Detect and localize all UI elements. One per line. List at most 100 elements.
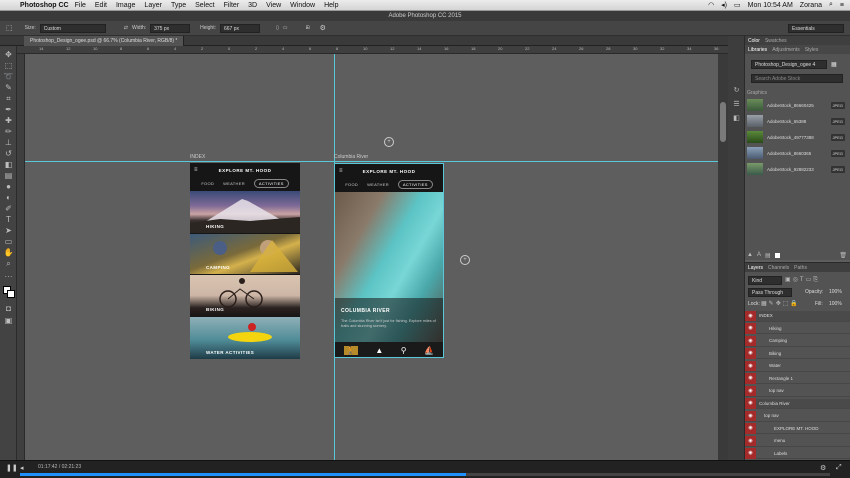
menu-filter[interactable]: Filter xyxy=(224,2,240,9)
visibility-eye-icon[interactable]: ◉ xyxy=(745,448,756,459)
path-select-tool-icon[interactable]: ➤ xyxy=(3,226,14,235)
menu-edit[interactable]: Edit xyxy=(95,2,107,9)
add-artboard-icon[interactable]: ⊞ xyxy=(305,25,309,31)
orientation-icon[interactable]: ▯ xyxy=(276,25,279,31)
background-color-swatch[interactable] xyxy=(7,290,15,298)
history-brush-tool-icon[interactable]: ↺ xyxy=(3,149,14,158)
battery-icon[interactable]: ▭ xyxy=(734,1,741,9)
gradient-tool-icon[interactable]: ▤ xyxy=(3,171,14,180)
tab-swatches[interactable]: Swatches xyxy=(765,38,787,44)
eyedropper-tool-icon[interactable]: ✒ xyxy=(3,105,14,114)
type-tool-icon[interactable]: T xyxy=(3,215,14,224)
clock[interactable]: Mon 10:54 AM xyxy=(748,2,793,9)
filter-icons[interactable]: ▣◎T▭⎘ xyxy=(785,276,820,284)
layer-row[interactable]: ◉ menu xyxy=(745,435,850,447)
stamp-tool-icon[interactable]: ⊥ xyxy=(3,138,14,147)
layer-row[interactable]: ◉ Hiking xyxy=(745,323,850,334)
wifi-icon[interactable]: ◠ xyxy=(708,1,714,9)
library-item[interactable]: AdobeStock_92882233 JPEG xyxy=(747,162,845,176)
layer-row[interactable]: ◉ Columbia River xyxy=(745,398,850,409)
volume-icon[interactable]: ◂ xyxy=(20,464,24,472)
artboard-label-river[interactable]: Columbia River xyxy=(334,154,368,160)
pen-tool-icon[interactable]: ✐ xyxy=(3,204,14,213)
screen-mode-icon[interactable]: ▣ xyxy=(3,316,14,325)
user-name[interactable]: Zorana xyxy=(800,2,822,9)
menu-select[interactable]: Select xyxy=(195,2,214,9)
layer-filter-kind[interactable]: Kind xyxy=(748,276,782,285)
canvas-scrollbar[interactable] xyxy=(718,54,728,460)
quick-select-tool-icon[interactable]: ✎ xyxy=(3,83,14,92)
add-artboard-right-icon[interactable]: + xyxy=(460,255,470,265)
lock-icons[interactable]: ▦✎✥⬚🔒 xyxy=(761,300,800,307)
blur-tool-icon[interactable]: ● xyxy=(3,182,14,191)
tab-paths[interactable]: Paths xyxy=(794,265,807,271)
crop-tool-icon[interactable]: ⌗ xyxy=(3,94,14,103)
settings-icon[interactable]: ⚙ xyxy=(820,464,826,472)
fill-value[interactable]: 100% xyxy=(829,301,842,307)
stock-search-input[interactable]: Search Adobe Stock xyxy=(751,74,843,83)
visibility-eye-icon[interactable]: ◉ xyxy=(745,360,756,371)
adjust-icon[interactable]: ◧ xyxy=(732,114,741,123)
width-input[interactable]: 375 px xyxy=(150,23,191,33)
healing-tool-icon[interactable]: ✚ xyxy=(3,116,14,125)
visibility-eye-icon[interactable]: ◉ xyxy=(745,398,756,409)
tab-styles[interactable]: Styles xyxy=(805,47,819,53)
scroll-thumb[interactable] xyxy=(720,102,726,142)
library-grid-icon[interactable]: ▦ xyxy=(831,61,837,68)
shape-tool-icon[interactable]: ▭ xyxy=(3,237,14,246)
menu-help[interactable]: Help xyxy=(324,2,338,9)
size-select[interactable]: Custom xyxy=(39,23,106,33)
add-color-icon[interactable] xyxy=(774,253,780,258)
fullscreen-icon[interactable]: ⤢ xyxy=(836,464,842,472)
brush-tool-icon[interactable]: ✏ xyxy=(3,127,14,136)
tab-layers[interactable]: Layers xyxy=(748,265,763,271)
menu-view[interactable]: View xyxy=(266,2,281,9)
library-item[interactable]: AdobeStock_65388 JPEG xyxy=(747,114,845,128)
eraser-tool-icon[interactable]: ◧ xyxy=(3,160,14,169)
layer-row[interactable]: ◉ EXPLORE MT. HOOD xyxy=(745,423,850,434)
artboard-tool-icon[interactable]: ⬚ xyxy=(6,24,13,32)
menu-type[interactable]: Type xyxy=(171,2,186,9)
layer-row[interactable]: ◉ Rectangle 1 xyxy=(745,373,850,384)
history-icon[interactable]: ↻ xyxy=(732,86,741,95)
layer-row[interactable]: ◉ Labels xyxy=(745,448,850,459)
menu-file[interactable]: File xyxy=(75,2,86,9)
layer-row[interactable]: ◉ INDEX xyxy=(745,310,850,322)
artboard-columbia-river[interactable]: ≡ EXPLORE MT. HOOD FOOD WEATHER ACTIVITI… xyxy=(334,163,444,358)
playback-progress[interactable] xyxy=(20,473,830,476)
trash-icon[interactable]: 🗑 xyxy=(839,252,847,259)
search-icon[interactable]: ⌕ xyxy=(829,1,833,9)
properties-icon[interactable]: ☰ xyxy=(732,100,741,109)
visibility-eye-icon[interactable]: ◉ xyxy=(745,335,756,346)
document-tab[interactable]: Photoshop_Design_ogee.psd @ 66.7% (Colum… xyxy=(24,36,185,46)
layer-row[interactable]: ◉ Biking xyxy=(745,348,850,359)
layer-row[interactable]: ◉ top nav xyxy=(745,410,850,422)
opacity-value[interactable]: 100% xyxy=(829,289,842,295)
visibility-eye-icon[interactable]: ◉ xyxy=(745,385,756,396)
pause-icon[interactable]: ❚❚ xyxy=(6,464,18,472)
visibility-eye-icon[interactable]: ◉ xyxy=(745,323,756,334)
tab-channels[interactable]: Channels xyxy=(768,265,789,271)
visibility-eye-icon[interactable]: ◉ xyxy=(745,348,756,359)
menu-3d[interactable]: 3D xyxy=(248,2,257,9)
add-graphic-icon[interactable]: ▲ xyxy=(747,252,753,259)
library-select[interactable]: Photoshop_Design_ogee 4 xyxy=(751,60,827,69)
visibility-eye-icon[interactable]: ◉ xyxy=(745,435,756,446)
height-input[interactable]: 667 px xyxy=(219,23,260,33)
visibility-eye-icon[interactable]: ◉ xyxy=(745,310,756,321)
library-item[interactable]: AdobeStock_49777388 JPEG xyxy=(747,130,845,144)
visibility-eye-icon[interactable]: ◉ xyxy=(745,373,756,384)
marquee-tool-icon[interactable]: ⬚ xyxy=(3,61,14,70)
guide-horizontal[interactable] xyxy=(25,161,718,162)
landscape-icon[interactable]: ▭ xyxy=(283,25,288,31)
hand-tool-icon[interactable]: ✋ xyxy=(3,248,14,257)
lasso-tool-icon[interactable]: ➰ xyxy=(3,72,14,81)
quick-mask-icon[interactable]: ◘ xyxy=(3,304,14,313)
menu-layer[interactable]: Layer xyxy=(144,2,162,9)
menu-window[interactable]: Window xyxy=(290,2,315,9)
visibility-eye-icon[interactable]: ◉ xyxy=(745,423,756,434)
visibility-eye-icon[interactable]: ◉ xyxy=(745,410,756,421)
swap-icon[interactable]: ⇄ xyxy=(124,25,128,31)
more-tools-icon[interactable]: ··· xyxy=(3,272,14,281)
library-item[interactable]: AdobeStock_86660425 JPEG xyxy=(747,98,845,112)
